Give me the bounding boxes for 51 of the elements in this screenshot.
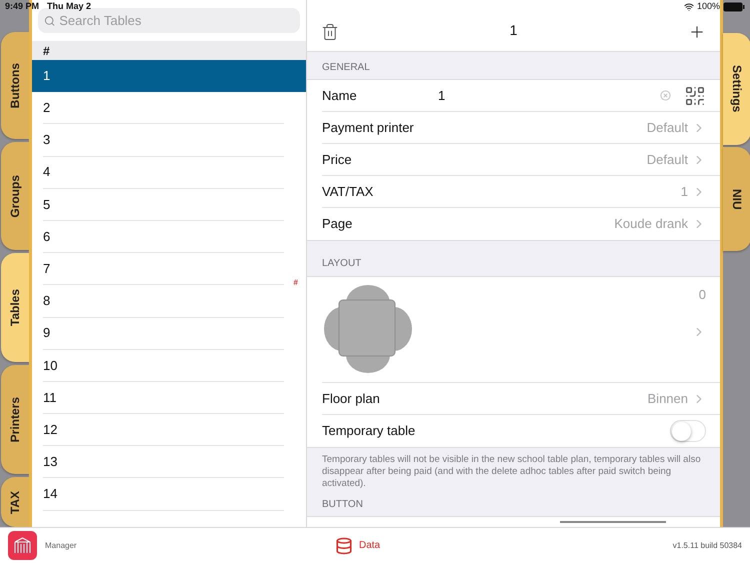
row-label: Price (322, 150, 353, 169)
footer-note: Temporary tables will not be visible in the new school table plan, temporary tables will also disappear after being paid (and with the delete adhoc tables after paid switch being activated). (321, 453, 702, 490)
row-label: Payment printer (322, 118, 415, 137)
search-icon (44, 14, 56, 26)
row-label: VAT/TAX (322, 182, 374, 201)
name-field[interactable]: 1 (438, 86, 660, 106)
section-header: LAYOUT (322, 257, 362, 271)
row-label: Name (322, 86, 358, 105)
side-tab[interactable]: Settings (723, 33, 750, 145)
data-tab[interactable]: Data (359, 538, 380, 553)
version-label: v1.5.11 build 50384 (672, 540, 742, 552)
wifi-icon (684, 2, 694, 12)
battery-icon (723, 2, 745, 12)
table-list-item[interactable]: 14 (43, 478, 284, 511)
app-icon[interactable] (8, 531, 37, 560)
row-label: Page (322, 215, 354, 234)
search-input[interactable]: Search Tables (59, 10, 294, 30)
column-header: # (32, 41, 306, 60)
side-tab[interactable]: Printers (1, 364, 29, 474)
side-tab[interactable]: TAX (1, 477, 29, 527)
toggle-switch[interactable] (670, 420, 706, 442)
table-list-item[interactable]: 9 (43, 318, 284, 350)
section-header: GENERAL (322, 61, 370, 75)
table-list-item[interactable]: 3 (43, 124, 284, 157)
table-list-item[interactable]: 1 (32, 60, 306, 92)
table-list-item[interactable]: 2 (43, 92, 284, 124)
trash-icon[interactable] (321, 23, 339, 41)
table-list-item[interactable]: 12 (43, 414, 284, 446)
table-list-item[interactable]: 6 (43, 220, 284, 254)
section-header: BUTTON (322, 498, 363, 512)
table-list-item[interactable]: 10 (43, 350, 284, 382)
table-list-item[interactable]: 5 (43, 188, 284, 221)
side-tab[interactable]: Buttons (1, 32, 29, 140)
side-tab[interactable]: Groups (1, 142, 29, 250)
seat-count: 0 (698, 286, 706, 304)
table-shape-drawing[interactable] (322, 283, 414, 375)
table-list-item[interactable]: 13 (43, 446, 284, 478)
battery-percent: 100% (696, 0, 720, 14)
database-icon[interactable] (335, 536, 353, 554)
row-label: Floor plan (322, 390, 381, 408)
index-marker[interactable]: # (294, 277, 298, 289)
table-list-item[interactable]: 7 (43, 253, 284, 286)
qr-code-icon[interactable] (684, 84, 706, 106)
side-tab[interactable]: NIU (723, 147, 750, 251)
row-label: Temporary table (322, 422, 416, 440)
table-list-item[interactable]: 8 (43, 285, 284, 318)
side-tab[interactable]: Tables (1, 252, 29, 362)
table-list-item[interactable]: 4 (43, 156, 284, 189)
app-name: Manager (45, 540, 78, 552)
detail-title: 1 (508, 21, 518, 40)
table-list-item[interactable]: 11 (43, 382, 284, 414)
